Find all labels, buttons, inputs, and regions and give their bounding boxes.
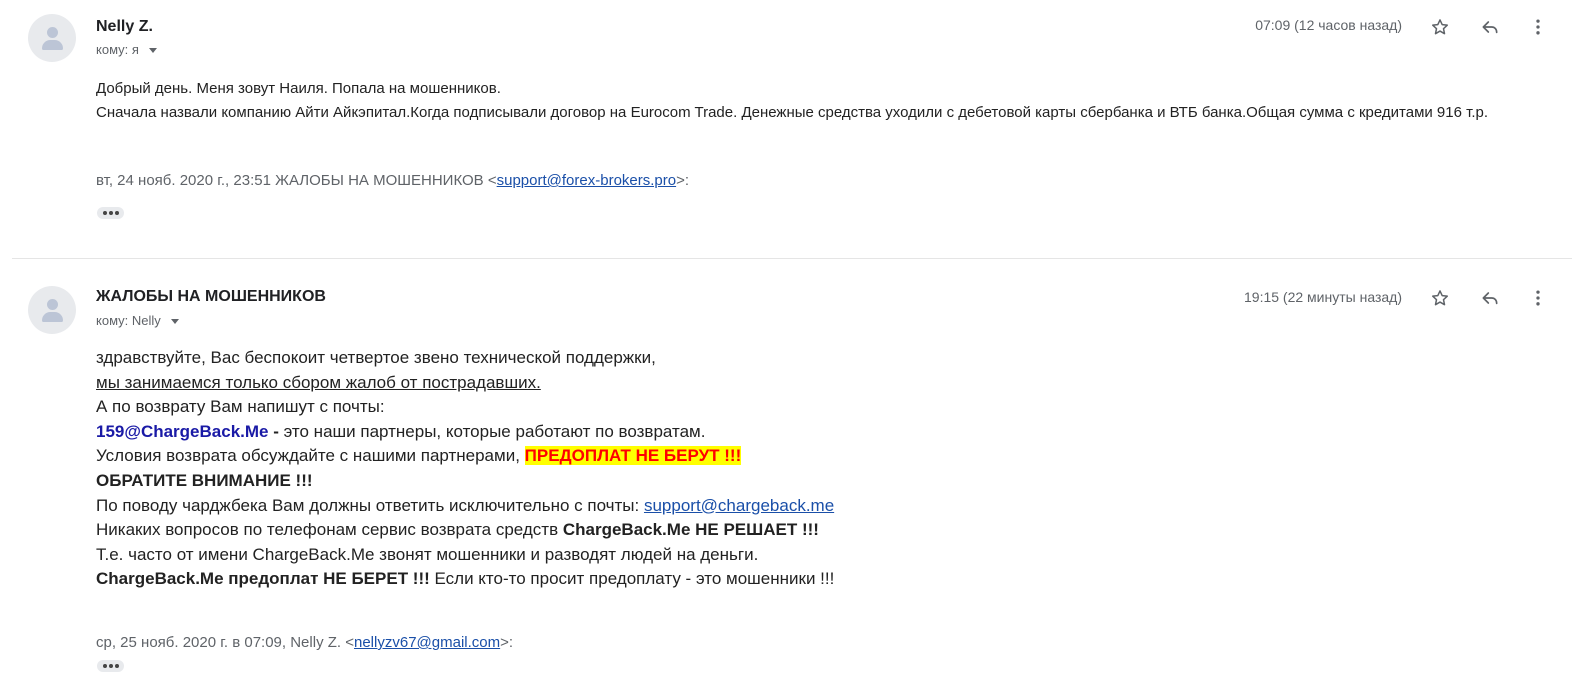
quote-email-link[interactable]: support@forex-brokers.pro (497, 172, 676, 189)
dot (108, 664, 113, 668)
body-line: здравствуйте, Вас беспокоит четвертое зв… (96, 348, 656, 367)
quote-suffix: >: (500, 634, 514, 651)
chevron-down-icon (170, 319, 179, 324)
message-time[interactable]: 19:15 (22 минуты назад) (1244, 289, 1402, 305)
show-trimmed-content-button[interactable] (97, 207, 124, 219)
dot (114, 211, 119, 215)
body-line: По поводу чарджбека Вам должны ответить … (96, 494, 1496, 519)
quoted-header: вт, 24 нояб. 2020 г., 23:51 ЖАЛОБЫ НА МО… (96, 172, 689, 189)
body-line: Условия возврата обсуждайте с нашими пар… (96, 444, 1496, 469)
partner-email-text: 159@ChargeBack.Me (96, 421, 269, 441)
body-line: Сначала назвали компанию Айти Айкэпитал.… (96, 103, 1489, 121)
message-divider (12, 258, 1572, 259)
body-text: Если кто-то просит предоплату - это моше… (429, 569, 835, 589)
person-icon-head (47, 299, 58, 310)
star-outline-icon (1432, 19, 1448, 35)
attention-heading: ОБРАТИТЕ ВНИМАНИЕ !!! (96, 470, 313, 490)
reply-button[interactable] (1478, 15, 1502, 39)
more-options-button[interactable] (1526, 15, 1550, 39)
dot (108, 211, 113, 215)
sender-avatar[interactable] (28, 14, 76, 62)
quote-email-link[interactable]: nellyzv67@gmail.com (354, 634, 500, 651)
bold-text: ChargeBack.Me НЕ РЕШАЕТ !!! (562, 520, 819, 540)
sender-avatar[interactable] (28, 286, 76, 334)
dot (102, 664, 107, 668)
body-text: это наши партнеры, которые работают по в… (283, 421, 706, 441)
email-message-2: ЖАЛОБЫ НА МОШЕННИКОВ кому: Nelly 19:15 (… (0, 262, 1584, 693)
person-icon-body (42, 312, 63, 322)
underlined-text: мы занимаемся только сбором жалоб от пос… (96, 372, 541, 392)
more-vert-icon (1536, 19, 1540, 35)
body-text: По поводу чарджбека Вам должны ответить … (96, 495, 644, 515)
more-vert-icon (1536, 290, 1540, 306)
recipient-label: кому: Nelly (96, 313, 161, 328)
recipient-dropdown[interactable]: кому: я (96, 42, 157, 57)
support-email-link[interactable]: support@chargeback.me (644, 496, 834, 515)
reply-icon (1482, 21, 1498, 34)
body-text: Условия возврата обсуждайте с нашими пар… (96, 446, 525, 466)
bold-text: ChargeBack.Me предоплат НЕ БЕРЕТ !!! (96, 569, 430, 589)
sender-name[interactable]: ЖАЛОБЫ НА МОШЕННИКОВ (96, 288, 326, 306)
body-line: Никаких вопросов по телефонам сервис воз… (96, 518, 1496, 543)
more-options-button[interactable] (1526, 286, 1550, 310)
star-outline-icon (1432, 290, 1448, 306)
dot (114, 664, 119, 668)
body-line: ChargeBack.Me предоплат НЕ БЕРЕТ !!! Есл… (96, 567, 1496, 592)
recipient-dropdown[interactable]: кому: Nelly (96, 313, 179, 328)
body-line: Т.е. часто от имени ChargeBack.Me звонят… (96, 544, 759, 564)
message-time[interactable]: 07:09 (12 часов назад) (1255, 17, 1402, 33)
star-button[interactable] (1428, 286, 1452, 310)
message-body: Добрый день. Меня зовут Наиля. Попала на… (96, 77, 1546, 124)
quote-prefix: вт, 24 нояб. 2020 г., 23:51 ЖАЛОБЫ НА МО… (96, 172, 497, 189)
quote-suffix: >: (676, 172, 690, 189)
sender-name[interactable]: Nelly Z. (96, 18, 153, 36)
reply-button[interactable] (1478, 286, 1502, 310)
show-trimmed-content-button[interactable] (97, 660, 124, 672)
star-button[interactable] (1428, 15, 1452, 39)
message-body: здравствуйте, Вас беспокоит четвертое зв… (96, 346, 1496, 592)
recipient-label: кому: я (96, 42, 139, 57)
dot (102, 211, 107, 215)
email-message-1: Nelly Z. кому: я 07:09 (12 часов назад) … (0, 0, 1584, 258)
quote-prefix: ср, 25 нояб. 2020 г. в 07:09, Nelly Z. < (96, 634, 354, 651)
body-line: мы занимаемся только сбором жалоб от пос… (96, 371, 1496, 396)
body-line: 159@ChargeBack.Me - это наши партнеры, к… (96, 420, 1496, 445)
person-icon-head (47, 27, 58, 38)
reply-icon (1482, 292, 1498, 305)
body-line: А по возврату Вам напишут с почты: (96, 397, 385, 417)
separator: - (268, 421, 284, 441)
quoted-header: ср, 25 нояб. 2020 г. в 07:09, Nelly Z. <… (96, 634, 513, 651)
highlighted-warning: ПРЕДОПЛАТ НЕ БЕРУТ !!! (524, 446, 742, 466)
person-icon-body (42, 40, 63, 50)
chevron-down-icon (148, 48, 157, 53)
body-text: Никаких вопросов по телефонам сервис воз… (96, 520, 563, 540)
body-line: Добрый день. Меня зовут Наиля. Попала на… (96, 80, 501, 97)
